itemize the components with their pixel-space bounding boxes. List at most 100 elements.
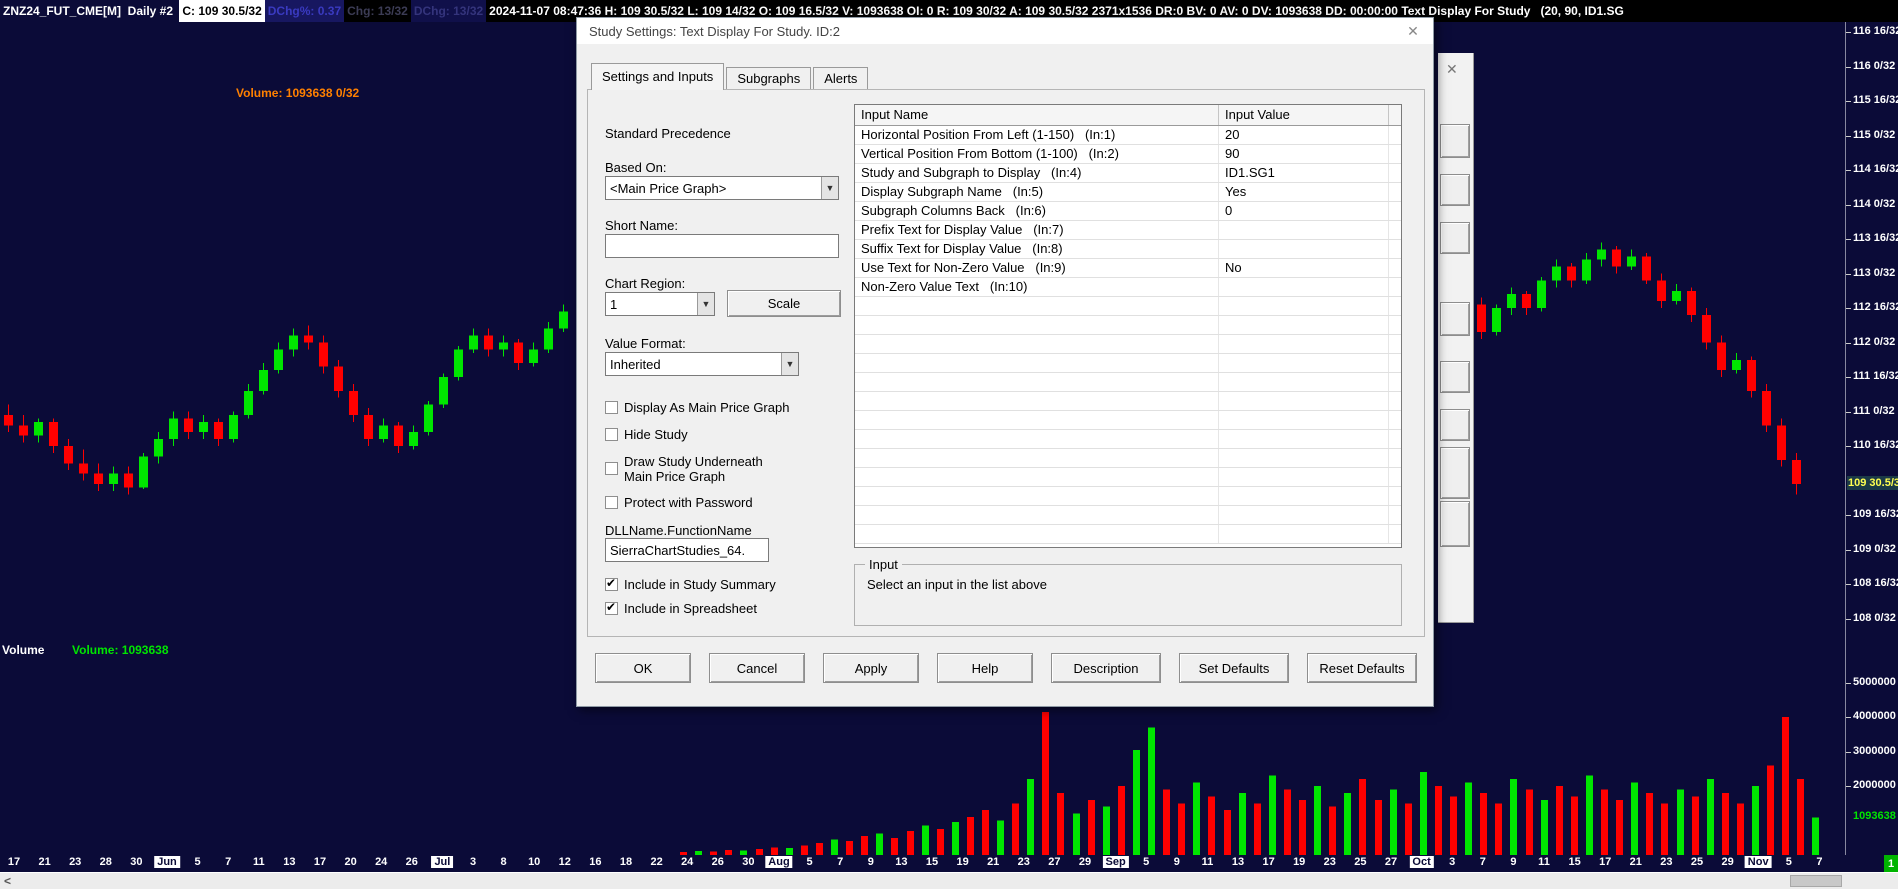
background-dialog-button-fragment[interactable]: [1440, 124, 1470, 158]
table-row[interactable]: [855, 373, 1401, 392]
table-row[interactable]: [855, 335, 1401, 354]
cell-filler: [1389, 525, 1401, 543]
table-row[interactable]: Display Subgraph Name (In:5) Yes: [855, 183, 1401, 202]
dialog-title: Study Settings: Text Display For Study. …: [577, 18, 1433, 44]
set-defaults-button[interactable]: Set Defaults: [1179, 653, 1289, 683]
table-row[interactable]: [855, 468, 1401, 487]
background-dialog-button-fragment[interactable]: [1440, 174, 1470, 206]
checkbox-checked-icon[interactable]: [605, 600, 618, 615]
time-axis-label: 30: [130, 856, 143, 868]
column-header-input-name[interactable]: Input Name: [855, 105, 1219, 125]
tab-subgraphs[interactable]: Subgraphs: [726, 67, 812, 90]
time-axis-label: 21: [1629, 856, 1642, 868]
time-axis-month-label: Aug: [765, 856, 793, 868]
time-axis-label: 20: [344, 856, 357, 868]
checkbox-draw-study-underneath[interactable]: Draw Study Underneath Main Price Graph: [605, 454, 784, 484]
table-row[interactable]: [855, 392, 1401, 411]
table-row[interactable]: [855, 506, 1401, 525]
table-row[interactable]: Vertical Position From Bottom (1-100) (I…: [855, 145, 1401, 164]
table-row[interactable]: [855, 354, 1401, 373]
time-axis-label: 16: [589, 856, 602, 868]
table-row[interactable]: [855, 430, 1401, 449]
value-format-dropdown[interactable]: Inherited ▼: [605, 352, 799, 376]
chart-region-dropdown[interactable]: 1 ▼: [605, 292, 715, 316]
table-row[interactable]: Horizontal Position From Left (1-150) (I…: [855, 126, 1401, 145]
table-row[interactable]: [855, 316, 1401, 335]
volume-scale-label: 2000000: [1853, 779, 1896, 791]
based-on-dropdown[interactable]: <Main Price Graph> ▼: [605, 176, 839, 200]
chevron-down-icon[interactable]: ▼: [781, 353, 798, 375]
cell-input-value: [1219, 525, 1389, 543]
background-dialog-button-fragment[interactable]: [1440, 222, 1470, 254]
time-axis-label: 7: [837, 856, 844, 868]
inputs-table[interactable]: Input Name Input Value Horizontal Positi…: [854, 104, 1402, 548]
dll-function-name-field[interactable]: [605, 538, 769, 562]
time-axis-label: 10: [528, 856, 541, 868]
background-dialog-close-icon[interactable]: ✕: [1446, 61, 1458, 78]
price-scale[interactable]: 116 16/32 116 0/32 115 16/32 115 0/32 114 16…: [1845, 22, 1898, 872]
table-row[interactable]: [855, 525, 1401, 544]
ok-button[interactable]: OK: [595, 653, 691, 683]
chevron-down-icon[interactable]: ▼: [697, 293, 714, 315]
table-row[interactable]: [855, 297, 1401, 316]
checkbox-checked-icon[interactable]: [605, 576, 618, 591]
apply-button[interactable]: Apply: [823, 653, 919, 683]
checkbox-include-in-spreadsheet[interactable]: Include in Spreadsheet: [605, 600, 757, 616]
background-dialog-button-fragment[interactable]: [1440, 501, 1470, 547]
price-scale-tick: [1846, 549, 1851, 551]
table-row[interactable]: Subgraph Columns Back (In:6) 0: [855, 202, 1401, 221]
checkbox-icon[interactable]: [605, 401, 618, 414]
table-row[interactable]: [855, 487, 1401, 506]
price-scale-tick: [1846, 273, 1851, 275]
dialog-close-icon[interactable]: ✕: [1403, 22, 1423, 40]
volume-scale-tick: [1846, 717, 1851, 718]
checkbox-display-as-main-price-graph[interactable]: Display As Main Price Graph: [605, 400, 789, 415]
checkbox-protect-with-password[interactable]: Protect with Password: [605, 495, 753, 510]
cancel-button[interactable]: Cancel: [709, 653, 805, 683]
volume-scale-tick: [1846, 682, 1851, 684]
scale-button[interactable]: Scale: [727, 290, 841, 317]
cell-filler: [1389, 259, 1401, 277]
time-axis-label: 18: [619, 856, 633, 868]
time-axis-label: 5: [1143, 856, 1150, 868]
checkbox-hide-study[interactable]: Hide Study: [605, 427, 688, 442]
cell-input-name: [855, 525, 1219, 543]
tab-settings-and-inputs[interactable]: Settings and Inputs: [591, 63, 725, 90]
checkbox-icon[interactable]: [605, 462, 618, 475]
description-button[interactable]: Description: [1051, 653, 1161, 683]
cell-filler: [1389, 164, 1401, 182]
table-row[interactable]: Use Text for Non-Zero Value (In:9) No: [855, 259, 1401, 278]
time-axis-label: 30: [742, 856, 755, 868]
chart-number-tab[interactable]: 1: [1884, 855, 1898, 872]
table-row[interactable]: Study and Subgraph to Display (In:4) ID1.…: [855, 164, 1401, 183]
price-scale-tick: [1846, 32, 1851, 33]
time-axis-label: 9: [867, 856, 874, 868]
table-row[interactable]: Suffix Text for Display Value (In:8): [855, 240, 1401, 259]
background-dialog-button-fragment[interactable]: [1440, 302, 1470, 336]
horizontal-scrollbar[interactable]: <: [0, 872, 1898, 889]
background-dialog-button-fragment[interactable]: [1440, 361, 1470, 393]
cell-filler: [1389, 373, 1401, 391]
chevron-down-icon[interactable]: ▼: [821, 177, 838, 199]
scroll-left-arrow-icon[interactable]: <: [4, 874, 11, 888]
table-row[interactable]: [855, 411, 1401, 430]
scrollbar-thumb[interactable]: [1790, 875, 1842, 887]
table-row[interactable]: Non-Zero Value Text (In:10): [855, 278, 1401, 297]
checkbox-label: Protect with Password: [624, 495, 753, 510]
table-row[interactable]: [855, 449, 1401, 468]
background-dialog-button-fragment[interactable]: [1440, 447, 1470, 499]
reset-defaults-button[interactable]: Reset Defaults: [1307, 653, 1417, 683]
background-dialog-button-fragment[interactable]: [1440, 409, 1470, 441]
checkbox-icon[interactable]: [605, 428, 618, 441]
price-scale-tick: [1846, 204, 1851, 206]
column-header-input-value[interactable]: Input Value: [1219, 105, 1389, 125]
short-name-field[interactable]: [605, 234, 839, 258]
cell-input-value: [1219, 316, 1389, 334]
checkbox-icon[interactable]: [605, 496, 618, 509]
table-row[interactable]: Prefix Text for Display Value (In:7): [855, 221, 1401, 240]
checkbox-label: Hide Study: [624, 427, 688, 442]
checkbox-include-in-study-summary[interactable]: Include in Study Summary: [605, 576, 776, 592]
help-button[interactable]: Help: [937, 653, 1033, 683]
tab-alerts[interactable]: Alerts: [813, 67, 869, 90]
column-header-filler: [1389, 105, 1401, 125]
